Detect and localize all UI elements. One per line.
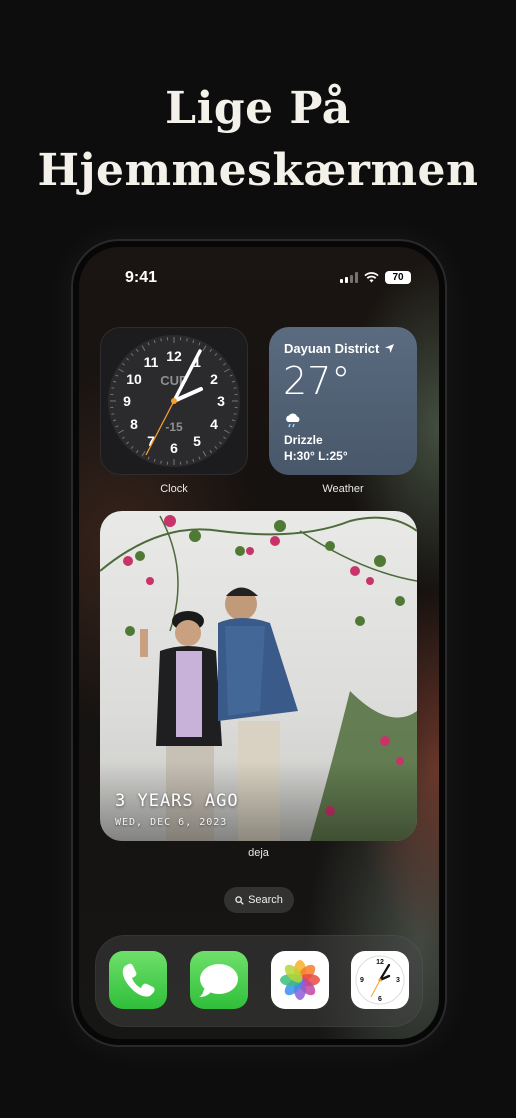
phone-app-icon[interactable] — [109, 951, 167, 1009]
weather-location: Dayuan District — [284, 341, 380, 356]
wifi-icon — [364, 272, 379, 283]
weather-high-low: H:30° L:25° — [284, 449, 348, 463]
headline: Lige På Hjemmeskærmen — [0, 78, 516, 202]
dock: 12 3 6 9 — [95, 935, 423, 1027]
search-label: Search — [248, 894, 283, 906]
battery-indicator: 70 — [385, 271, 411, 284]
weather-condition: Drizzle — [284, 433, 323, 447]
clock-num-6: 6 — [170, 440, 178, 456]
location-arrow-icon — [385, 344, 394, 353]
search-button[interactable]: Search — [224, 887, 294, 913]
clock-offset: -15 — [165, 420, 183, 434]
weather-temperature: 27° — [283, 359, 351, 403]
headline-line1: Lige På — [165, 83, 351, 134]
clock-face: 12 1 2 3 4 5 6 7 8 9 10 11 CUP -15 — [108, 335, 240, 467]
rain-cloud-icon — [286, 413, 300, 428]
clock-num-10: 10 — [126, 371, 142, 387]
messages-app-icon[interactable] — [190, 951, 248, 1009]
weather-location-row: Dayuan District — [284, 341, 394, 356]
memory-date: WED, DEC 6, 2023 — [115, 817, 228, 828]
clock-num-2: 2 — [210, 371, 218, 387]
phone-frame: 9:41 70 12 1 2 3 4 5 6 7 8 9 10 11 CUP -… — [73, 241, 445, 1045]
clock-app-icon[interactable]: 12 3 6 9 — [351, 951, 409, 1009]
weather-widget[interactable]: Dayuan District 27° Drizzle H:30° L:25° — [269, 327, 417, 475]
status-icons: 70 — [340, 271, 411, 284]
photo-widget-label: deja — [248, 847, 269, 859]
clock-widget-label: Clock — [160, 483, 188, 495]
search-icon — [235, 895, 244, 905]
weather-widget-label: Weather — [322, 483, 364, 495]
dock-clock-num-12: 12 — [376, 959, 384, 966]
clock-num-12: 12 — [166, 348, 182, 364]
photo-widget[interactable]: 3 YEARS AGO WED, DEC 6, 2023 — [100, 511, 417, 841]
clock-num-4: 4 — [210, 416, 218, 432]
home-screen: 9:41 70 12 1 2 3 4 5 6 7 8 9 10 11 CUP -… — [79, 247, 439, 1039]
clock-num-5: 5 — [193, 433, 201, 449]
status-time: 9:41 — [125, 269, 158, 286]
clock-widget[interactable]: 12 1 2 3 4 5 6 7 8 9 10 11 CUP -15 — [100, 327, 248, 475]
dock-clock-num-3: 3 — [396, 977, 400, 984]
clock-num-9: 9 — [123, 393, 131, 409]
headline-line2: Hjemmeskærmen — [37, 145, 479, 196]
dock-clock-num-6: 6 — [378, 996, 382, 1003]
photos-app-icon[interactable] — [271, 951, 329, 1009]
memory-title: 3 YEARS AGO — [115, 791, 239, 811]
clock-num-3: 3 — [217, 393, 225, 409]
clock-num-11: 11 — [144, 354, 159, 370]
clock-num-8: 8 — [130, 416, 138, 432]
dock-clock-num-9: 9 — [360, 977, 364, 984]
signal-icon — [340, 272, 358, 283]
